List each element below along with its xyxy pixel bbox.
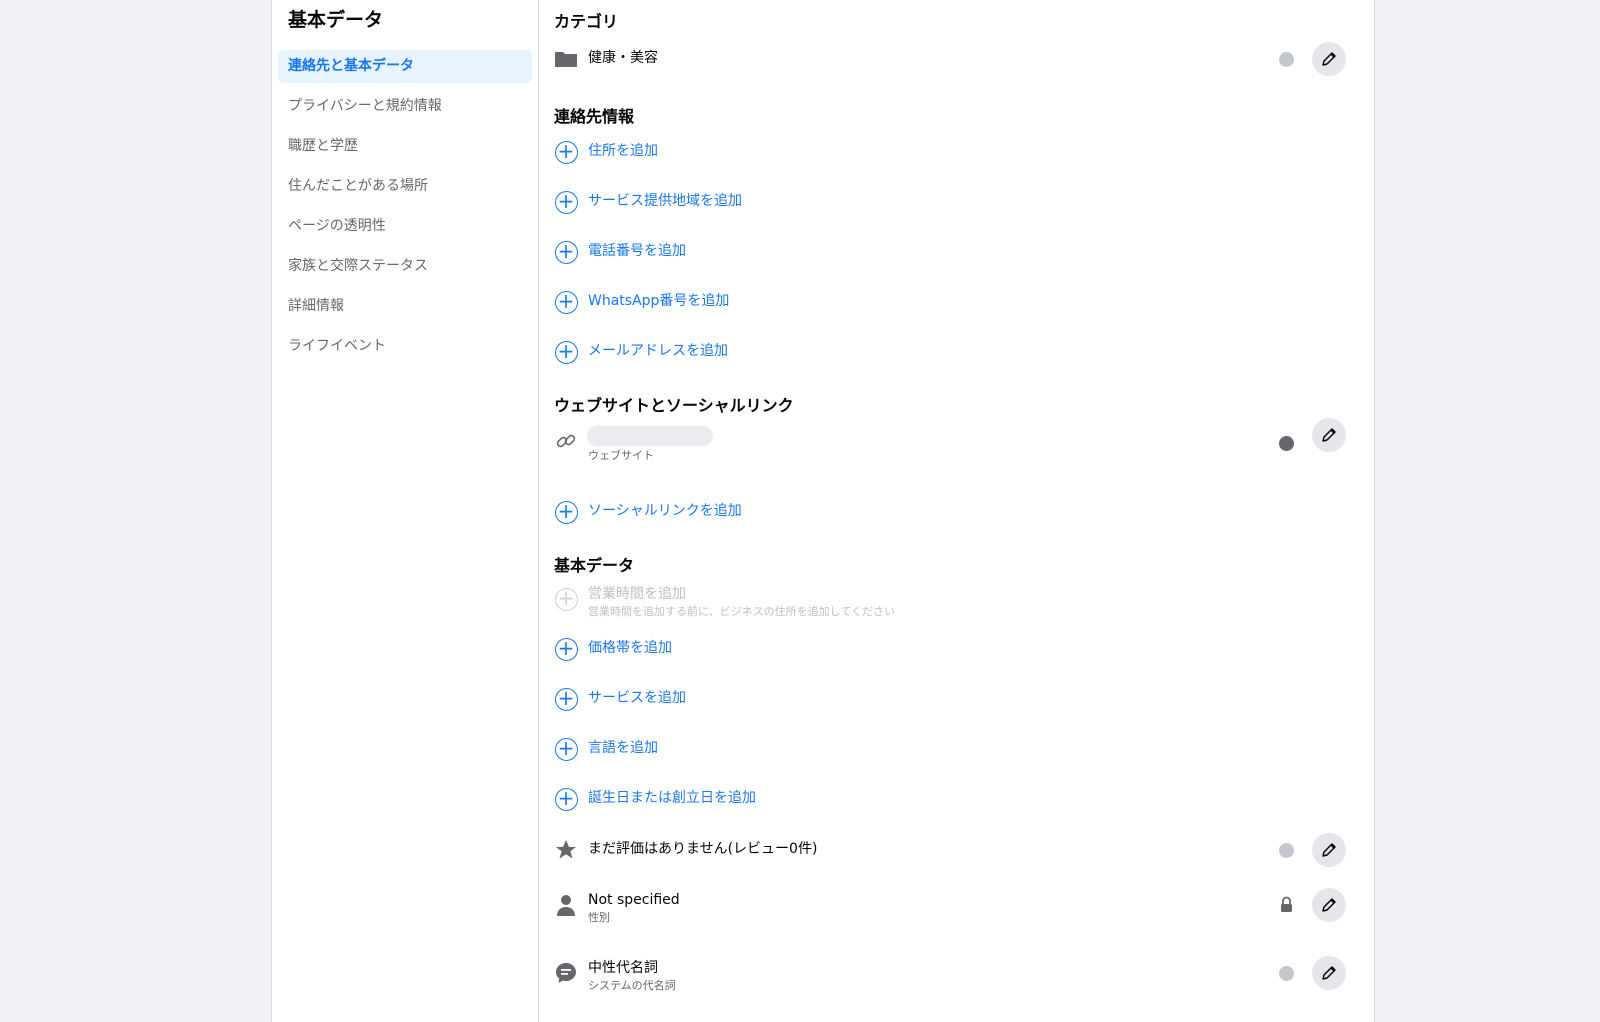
nav-item-family-relationships[interactable]: 家族と交際ステータス [278, 250, 532, 283]
nav-item-page-transparency[interactable]: ページの透明性 [278, 210, 532, 243]
edit-gender-button[interactable] [1312, 888, 1346, 922]
pencil-icon [1322, 966, 1336, 980]
add-phone-label: 電話番号を追加 [588, 243, 686, 259]
person-icon [554, 893, 578, 917]
plus-circle-icon: + [554, 737, 578, 761]
pencil-icon [1322, 843, 1336, 857]
plus-circle-icon: + [554, 340, 578, 364]
plus-circle-icon: + [554, 290, 578, 314]
about-content: カテゴリ 健康・美容 連絡先情報 + 住所を追加 + サービス提供地域を追加 +… [539, 0, 1374, 1022]
add-address-button[interactable]: + 住所を追加 [554, 137, 1346, 167]
about-panel: 基本データ 連絡先と基本データ プライバシーと規約情報 職歴と学歴 住んだことが… [271, 0, 1375, 1022]
link-icon [554, 429, 578, 453]
audience-globe-icon[interactable] [1279, 966, 1294, 981]
speech-bubble-icon [554, 961, 578, 985]
plus-circle-icon: + [554, 140, 578, 164]
plus-circle-icon: + [554, 637, 578, 661]
add-hours-button: + 営業時間を追加 営業時間を追加する前に、ビジネスの住所を追加してください [554, 584, 1346, 620]
add-services-label: サービスを追加 [588, 690, 686, 706]
add-address-label: 住所を追加 [588, 143, 658, 159]
category-value: 健康・美容 [588, 50, 658, 66]
category-section-title: カテゴリ [554, 12, 619, 31]
add-whatsapp-label: WhatsApp番号を追加 [588, 293, 730, 309]
add-phone-button[interactable]: + 電話番号を追加 [554, 237, 1346, 267]
add-hours-hint: 営業時間を追加する前に、ビジネスの住所を追加してください [588, 605, 896, 618]
plus-circle-icon: + [554, 500, 578, 524]
add-language-button[interactable]: + 言語を追加 [554, 734, 1346, 764]
pencil-icon [1322, 52, 1336, 66]
add-email-label: メールアドレスを追加 [588, 343, 728, 359]
pronoun-value: 中性代名詞 [588, 960, 658, 976]
add-price-range-button[interactable]: + 価格帯を追加 [554, 634, 1346, 664]
add-services-button[interactable]: + サービスを追加 [554, 684, 1346, 714]
pronoun-label: システムの代名詞 [588, 979, 676, 992]
add-service-area-button[interactable]: + サービス提供地域を追加 [554, 187, 1346, 217]
edit-rating-button[interactable] [1312, 833, 1346, 867]
plus-circle-icon: + [554, 240, 578, 264]
gender-value: Not specified [588, 892, 680, 908]
plus-circle-icon: + [554, 787, 578, 811]
plus-circle-icon: + [554, 587, 578, 611]
audience-globe-icon[interactable] [1279, 52, 1294, 67]
add-whatsapp-button[interactable]: + WhatsApp番号を追加 [554, 287, 1346, 317]
plus-circle-icon: + [554, 190, 578, 214]
add-birthday-label: 誕生日または創立日を追加 [588, 790, 756, 806]
add-social-link-button[interactable]: + ソーシャルリンクを追加 [554, 497, 1346, 527]
nav-item-life-events[interactable]: ライフイベント [278, 330, 532, 363]
add-hours-label: 営業時間を追加 [588, 586, 686, 602]
edit-website-button[interactable] [1312, 418, 1346, 452]
add-language-label: 言語を追加 [588, 740, 658, 756]
add-service-area-label: サービス提供地域を追加 [588, 193, 742, 209]
gender-label: 性別 [588, 911, 610, 924]
pencil-icon [1322, 428, 1336, 442]
edit-category-button[interactable] [1312, 42, 1346, 76]
folder-icon [554, 47, 578, 71]
contact-section-title: 連絡先情報 [554, 107, 635, 126]
nav-item-details[interactable]: 詳細情報 [278, 290, 532, 323]
about-nav: 基本データ 連絡先と基本データ プライバシーと規約情報 職歴と学歴 住んだことが… [272, 0, 539, 1022]
website-label: ウェブサイト [588, 449, 654, 462]
pencil-icon [1322, 898, 1336, 912]
category-row: 健康・美容 [554, 42, 1346, 76]
nav-item-privacy-terms[interactable]: プライバシーと規約情報 [278, 90, 532, 123]
plus-circle-icon: + [554, 687, 578, 711]
nav-item-work-education[interactable]: 職歴と学歴 [278, 130, 532, 163]
audience-globe-icon[interactable] [1279, 843, 1294, 858]
basic-section-title: 基本データ [554, 556, 635, 575]
audience-globe-icon[interactable] [1279, 436, 1294, 451]
add-email-button[interactable]: + メールアドレスを追加 [554, 337, 1346, 367]
websites-section-title: ウェブサイトとソーシャルリンク [554, 396, 794, 415]
nav-title: 基本データ [288, 9, 384, 31]
add-birthday-button[interactable]: + 誕生日または創立日を追加 [554, 784, 1346, 814]
nav-list: 連絡先と基本データ プライバシーと規約情報 職歴と学歴 住んだことがある場所 ペ… [278, 50, 532, 363]
nav-item-contact-basic[interactable]: 連絡先と基本データ [278, 50, 532, 83]
nav-item-places-lived[interactable]: 住んだことがある場所 [278, 170, 532, 203]
lock-icon[interactable] [1279, 896, 1294, 913]
edit-pronoun-button[interactable] [1312, 956, 1346, 990]
gender-row: Not specified 性別 [554, 888, 1346, 930]
pronoun-row: 中性代名詞 システムの代名詞 [554, 956, 1346, 998]
rating-text: まだ評価はありません(レビュー0件) [588, 841, 818, 857]
add-price-range-label: 価格帯を追加 [588, 640, 672, 656]
website-url-redacted[interactable] [587, 426, 713, 446]
website-row: ウェブサイト [554, 418, 1346, 470]
rating-row: まだ評価はありません(レビュー0件) [554, 833, 1346, 867]
star-icon [554, 838, 578, 862]
add-social-link-label: ソーシャルリンクを追加 [588, 503, 742, 519]
